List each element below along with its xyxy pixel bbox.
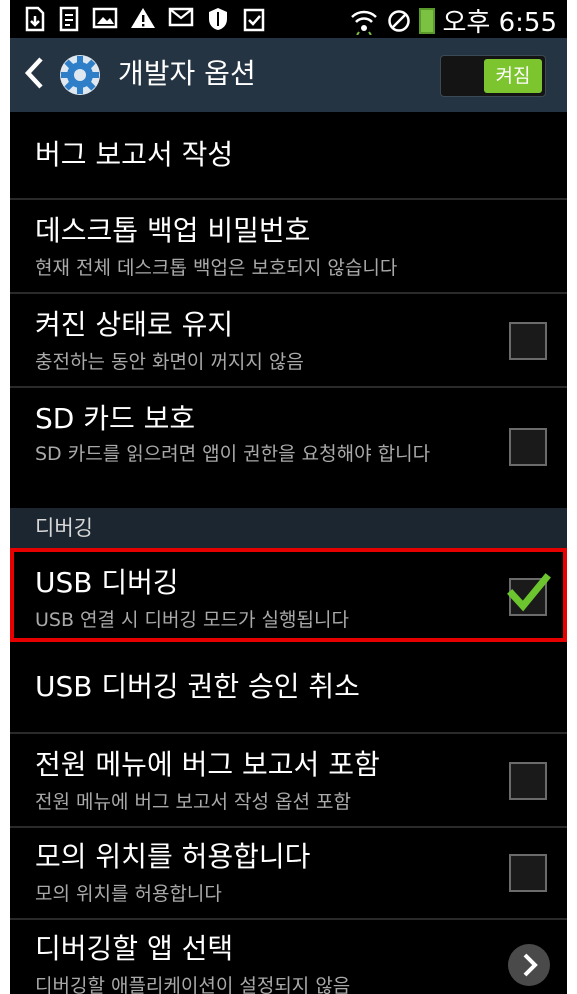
back-arrow-icon[interactable] [24, 56, 44, 97]
item-summary: 디버깅할 애플리케이션이 설정되지 않음 [35, 975, 351, 994]
usb-download-icon [25, 6, 45, 32]
developer-options-toggle[interactable]: 켜짐 [440, 55, 546, 97]
item-title: 모의 위치를 허용합니다 [35, 840, 311, 873]
item-summary: USB 연결 시 디버깅 모드가 실행됩니다 [35, 609, 349, 631]
item-title: SD 카드 보호 [35, 402, 196, 435]
list-item-revoke-usb-auth[interactable]: USB 디버깅 권한 승인 취소 [10, 642, 567, 734]
list-item-usb-debugging[interactable]: USB 디버깅 USB 연결 시 디버깅 모드가 실행됩니다 [10, 548, 567, 642]
clipboard-check-icon [243, 8, 265, 32]
item-summary: SD 카드를 읽으려면 앱이 권한을 요청해야 합니다 [35, 443, 431, 465]
item-summary: 전원 메뉴에 버그 보고서 작성 옵션 포함 [35, 791, 351, 813]
section-header-debugging: 디버깅 [10, 508, 567, 548]
gear-icon [60, 55, 100, 95]
checkmark-icon [507, 573, 551, 612]
item-title: 전원 메뉴에 버그 보고서 포함 [35, 748, 380, 781]
shield-icon [209, 8, 227, 30]
status-bar: 오후 6:55 [10, 0, 567, 38]
blocked-icon [387, 9, 410, 32]
toggle-on-label: 켜짐 [484, 59, 542, 93]
warning-icon [131, 8, 155, 28]
list-item-backup-password[interactable]: 데스크톱 백업 비밀번호 현재 전체 데스크톱 백업은 보호되지 않습니다 [10, 200, 567, 294]
list-item-sd-card-protect[interactable]: SD 카드 보호 SD 카드를 읽으려면 앱이 권한을 요청해야 합니다 [10, 388, 567, 508]
item-summary: 충전하는 동안 화면이 꺼지지 않음 [35, 351, 304, 373]
document-icon [59, 6, 79, 32]
item-title: USB 디버깅 권한 승인 취소 [35, 670, 360, 703]
list-item-bug-report[interactable]: 버그 보고서 작성 [10, 112, 567, 200]
item-title: USB 디버깅 [35, 566, 179, 599]
list-item-select-debug-app[interactable]: 디버깅할 앱 선택 디버깅할 애플리케이션이 설정되지 않음 [10, 920, 567, 994]
action-bar: 개발자 옵션 켜짐 [10, 38, 567, 112]
item-title: 버그 보고서 작성 [35, 138, 234, 171]
wifi-icon [350, 10, 377, 35]
item-summary: 현재 전체 데스크톱 백업은 보호되지 않습니다 [35, 257, 398, 279]
status-right: 오후 6:55 [349, 2, 558, 39]
image-icon [92, 7, 118, 29]
item-title: 데스크톱 백업 비밀번호 [35, 214, 311, 247]
power-menu-bug-report-checkbox[interactable] [509, 762, 547, 800]
status-time: 오후 6:55 [442, 8, 558, 38]
notification-icons [24, 6, 266, 32]
email-icon [168, 7, 194, 27]
section-title: 디버깅 [35, 516, 93, 540]
page-title: 개발자 옵션 [118, 57, 256, 90]
screen: 오후 6:55 개발자 옵션 켜짐 버그 보고서 작성 데스크톱 백업 비밀번호… [10, 0, 567, 994]
mock-locations-checkbox[interactable] [509, 854, 547, 892]
sd-card-protect-checkbox[interactable] [509, 428, 547, 466]
list-item-mock-locations[interactable]: 모의 위치를 허용합니다 모의 위치를 허용합니다 [10, 828, 567, 920]
battery-icon [418, 7, 435, 34]
list-item-power-menu-bug-report[interactable]: 전원 메뉴에 버그 보고서 포함 전원 메뉴에 버그 보고서 작성 옵션 포함 [10, 734, 567, 828]
item-title: 디버깅할 앱 선택 [35, 932, 234, 965]
item-title: 켜진 상태로 유지 [35, 308, 234, 341]
list-item-stay-awake[interactable]: 켜진 상태로 유지 충전하는 동안 화면이 꺼지지 않음 [10, 294, 567, 388]
chevron-right-icon[interactable] [508, 944, 550, 986]
item-summary: 모의 위치를 허용합니다 [35, 883, 222, 905]
stay-awake-checkbox[interactable] [509, 322, 547, 360]
